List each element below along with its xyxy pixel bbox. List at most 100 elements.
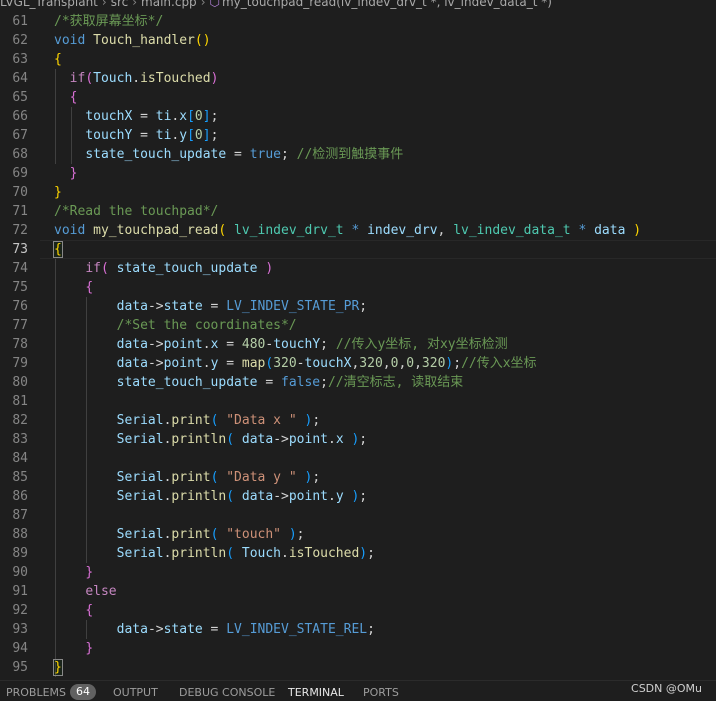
code-editor[interactable]: 61/*获取屏幕坐标*/62 void Touch_handler() 63{64 … xyxy=(0,12,716,680)
code-token: ( xyxy=(226,489,235,504)
code-token: if xyxy=(69,71,86,86)
code-line[interactable]: 84 xyxy=(0,449,716,468)
line-number: 74 xyxy=(12,261,28,276)
code-token: - xyxy=(296,356,305,371)
code-line[interactable]: 65 { xyxy=(0,88,716,107)
code-token: ( xyxy=(100,261,109,276)
code-token: } xyxy=(53,659,63,676)
code-line[interactable]: 91 else xyxy=(0,582,716,601)
code-line[interactable]: 68 state_touch_update = true; //检测到触摸事件 xyxy=(0,145,716,164)
breadcrumb-item-file[interactable]: main.cpp xyxy=(141,0,197,8)
code-line[interactable]: 94 } xyxy=(0,639,716,658)
code-token: -> xyxy=(147,337,164,352)
code-text: touchY = ti.y[0]; xyxy=(54,126,218,145)
code-token: //传入x坐标 xyxy=(461,356,537,371)
line-number: 86 xyxy=(12,489,28,504)
code-line[interactable]: 93 data->state = LV_INDEV_STATE_REL; xyxy=(0,620,716,639)
code-line[interactable]: 83 Serial.println( data->point.x ); xyxy=(0,430,716,449)
breadcrumb-item-symbol[interactable]: my_touchpad_read(lv_indev_drv_t *, lv_in… xyxy=(222,0,552,8)
code-line[interactable]: 62 void Touch_handler() xyxy=(0,31,716,50)
code-text: { xyxy=(54,88,78,107)
code-line[interactable]: 76 data->state = LV_INDEV_STATE_PR; xyxy=(0,297,716,316)
code-line[interactable]: 72 void my_touchpad_read( lv_indev_drv_t … xyxy=(0,221,716,240)
code-line[interactable]: 85 Serial.print( "Data y " ); xyxy=(0,468,716,487)
code-line[interactable]: 63 { xyxy=(0,50,716,69)
code-token: = xyxy=(218,337,242,352)
code-line[interactable]: 95} xyxy=(0,658,716,677)
code-line[interactable]: 92 { xyxy=(0,601,716,620)
code-token: ; xyxy=(367,546,375,561)
code-token: ti xyxy=(155,128,172,143)
code-line[interactable]: 80 state_touch_update = false;//清空标志, 读取… xyxy=(0,373,716,392)
breadcrumb-item-folder[interactable]: src xyxy=(111,0,129,8)
code-token: Serial xyxy=(116,470,164,485)
code-line[interactable]: 79 data->point.y = map(320-touchX,320,0,… xyxy=(0,354,716,373)
code-line[interactable]: 74 if( state_touch_update ) xyxy=(0,259,716,278)
line-number: 87 xyxy=(12,508,28,523)
code-token: Serial xyxy=(116,489,164,504)
code-text: } xyxy=(54,164,78,183)
code-line[interactable]: 73 { xyxy=(0,240,716,259)
code-token: print xyxy=(171,527,211,542)
line-number: 82 xyxy=(12,413,28,428)
line-number: 69 xyxy=(12,166,28,181)
code-text: data->point.x = 480-touchY; //传入y坐标, 对xy… xyxy=(54,335,508,354)
line-number: 61 xyxy=(12,14,28,29)
line-number: 89 xyxy=(12,546,28,561)
code-line[interactable]: 69 } xyxy=(0,164,716,183)
code-line[interactable]: 90 } xyxy=(0,563,716,582)
code-token: println xyxy=(171,489,227,504)
code-line[interactable]: 64 if(Touch.isTouched) xyxy=(0,69,716,88)
line-number: 77 xyxy=(12,318,28,333)
code-line[interactable]: 86 Serial.println( data->point.y ); xyxy=(0,487,716,506)
tab-terminal[interactable]: TERMINAL xyxy=(288,681,344,701)
code-token: } xyxy=(85,641,94,656)
code-line[interactable]: 78 data->point.x = 480-touchY; //传入y坐标, … xyxy=(0,335,716,354)
code-token: isTouched xyxy=(288,546,360,561)
code-line[interactable]: 71 /*Read the touchpad*/ xyxy=(0,202,716,221)
code-line[interactable]: 66 touchX = ti.x[0]; xyxy=(0,107,716,126)
code-text: Serial.println( data->point.y ); xyxy=(54,487,368,506)
line-number: 95 xyxy=(12,660,28,675)
code-token: isTouched xyxy=(140,71,211,86)
line-number: 93 xyxy=(12,622,28,637)
tab-problems[interactable]: PROBLEMS xyxy=(6,681,66,701)
breadcrumb: LVGL_Transplant › src › main.cpp › ⬡ my_touchpa… xyxy=(0,0,716,12)
code-text: if( state_touch_update ) xyxy=(54,259,273,278)
tab-debug-console[interactable]: DEBUG CONSOLE xyxy=(179,681,275,701)
tab-output[interactable]: OUTPUT xyxy=(113,681,158,701)
code-token: true xyxy=(249,147,281,162)
code-line[interactable]: 88 Serial.print( "touch" ); xyxy=(0,525,716,544)
code-token: = xyxy=(132,109,156,124)
code-line[interactable]: 77 /*Set the coordinates*/ xyxy=(0,316,716,335)
code-line[interactable]: 87 xyxy=(0,506,716,525)
breadcrumb-item-project[interactable]: LVGL_Transplant xyxy=(0,0,98,8)
cube-method-icon: ⬡ xyxy=(209,0,220,9)
code-line[interactable]: 81 xyxy=(0,392,716,411)
code-token: ; xyxy=(210,109,219,124)
line-number: 91 xyxy=(12,584,28,599)
code-token: , xyxy=(437,223,454,238)
code-token: } xyxy=(69,166,78,181)
code-line[interactable]: 70} xyxy=(0,183,716,202)
code-token: -> xyxy=(147,622,164,637)
code-line[interactable]: 82 Serial.print( "Data x " ); xyxy=(0,411,716,430)
code-token: ( xyxy=(226,546,235,561)
code-token: { xyxy=(85,603,94,618)
code-text: data->state = LV_INDEV_STATE_REL; xyxy=(54,620,375,639)
code-token: ; xyxy=(312,413,321,428)
code-token: //清空标志, 读取结束 xyxy=(327,375,464,390)
code-line[interactable]: 61 /*获取屏幕坐标*/ xyxy=(0,12,716,31)
code-token: ( xyxy=(265,356,274,371)
code-line[interactable]: 75 { xyxy=(0,278,716,297)
code-line[interactable]: 67 touchY = ti.y[0]; xyxy=(0,126,716,145)
code-line[interactable]: 89 Serial.println( Touch.isTouched); xyxy=(0,544,716,563)
tab-ports[interactable]: PORTS xyxy=(363,681,399,701)
